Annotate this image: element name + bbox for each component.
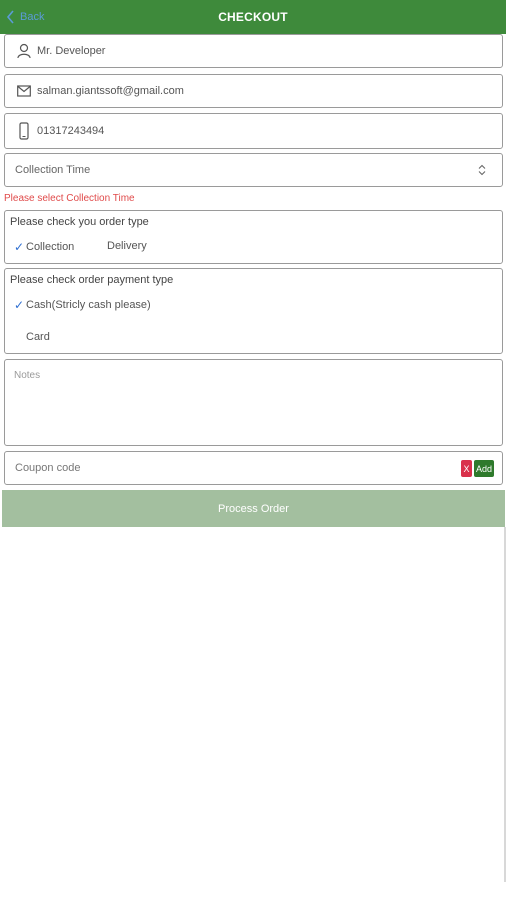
payment-type-cash[interactable]: ✓ Cash(Stricly cash please) xyxy=(14,298,151,312)
page-title: CHECKOUT xyxy=(218,10,288,24)
order-type-collection[interactable]: ✓ Collection xyxy=(14,240,74,254)
order-type-delivery[interactable]: Delivery xyxy=(107,240,147,252)
coupon-clear-button[interactable]: X xyxy=(461,460,472,477)
payment-type-label: Please check order payment type xyxy=(10,274,174,286)
collection-time-placeholder: Collection Time xyxy=(15,164,91,176)
collection-time-select[interactable]: Collection Time xyxy=(4,153,503,187)
back-button[interactable]: Back xyxy=(6,0,44,34)
checkmark-icon: ✓ xyxy=(14,298,25,312)
coupon-input[interactable]: Coupon code xyxy=(4,451,503,485)
order-type-delivery-label: Delivery xyxy=(107,240,147,252)
phone-value: 01317243494 xyxy=(37,125,105,137)
email-value: salman.giantssoft@gmail.com xyxy=(37,85,184,97)
order-type-label: Please check you order type xyxy=(10,216,149,228)
top-bar: Back CHECKOUT xyxy=(0,0,506,34)
process-order-button[interactable]: Process Order xyxy=(2,490,505,527)
coupon-placeholder: Coupon code xyxy=(15,462,81,474)
payment-type-card-label: Card xyxy=(26,331,50,343)
collection-time-error: Please select Collection Time xyxy=(4,193,135,204)
user-icon xyxy=(15,43,33,59)
name-value: Mr. Developer xyxy=(37,45,106,57)
email-field[interactable]: salman.giantssoft@gmail.com xyxy=(4,74,503,108)
updown-chevron-icon xyxy=(478,164,486,176)
back-label: Back xyxy=(20,11,45,23)
payment-type-card[interactable]: Card xyxy=(26,331,50,343)
checkout-screen: Back CHECKOUT Mr. Developer salman.giant… xyxy=(0,0,506,900)
coupon-actions: X Add xyxy=(461,460,494,477)
envelope-icon xyxy=(15,85,33,97)
notes-textarea[interactable] xyxy=(4,359,503,446)
phone-icon xyxy=(15,122,33,140)
chevron-left-icon xyxy=(6,10,14,24)
phone-field[interactable]: 01317243494 xyxy=(4,113,503,149)
payment-type-cash-label: Cash(Stricly cash please) xyxy=(26,299,151,311)
notes-placeholder: Notes xyxy=(14,370,41,381)
order-type-collection-label: Collection xyxy=(26,241,75,253)
name-field[interactable]: Mr. Developer xyxy=(4,34,503,68)
checkmark-icon: ✓ xyxy=(14,240,25,254)
coupon-add-button[interactable]: Add xyxy=(474,460,494,477)
